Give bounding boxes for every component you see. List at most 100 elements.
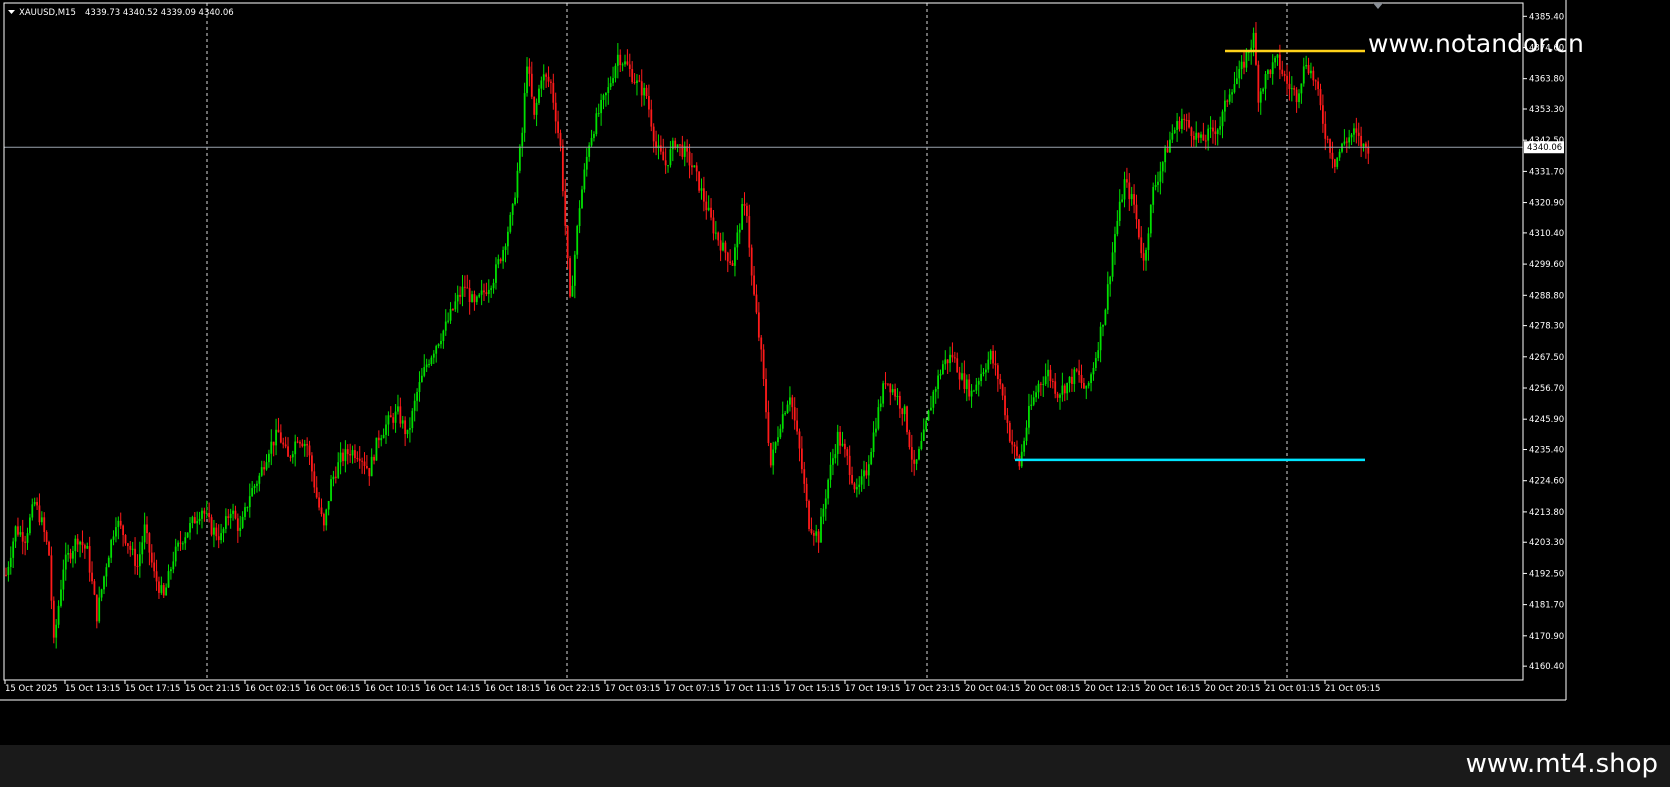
candle-body bbox=[349, 454, 352, 456]
candle-body bbox=[717, 232, 720, 241]
candle-body bbox=[387, 415, 390, 425]
candle-body bbox=[784, 413, 787, 415]
footer-brand: www.mt4.shop bbox=[1465, 749, 1658, 779]
candle-body bbox=[509, 214, 512, 232]
candle-body bbox=[898, 395, 901, 409]
candle-body bbox=[640, 81, 643, 96]
candle-body bbox=[1271, 62, 1274, 75]
candle-body bbox=[841, 443, 844, 446]
price-chart[interactable]: 4340.06 4385.404374.604363.804353.304342… bbox=[0, 0, 1670, 745]
candle-body bbox=[478, 294, 481, 297]
candle-body bbox=[648, 96, 650, 110]
candle-body bbox=[72, 551, 74, 559]
candle-body bbox=[1185, 120, 1188, 122]
candle-body bbox=[1317, 81, 1320, 90]
x-tick-label: 17 Oct 23:15 bbox=[905, 684, 960, 694]
candle-body bbox=[624, 61, 626, 65]
candle-body bbox=[705, 201, 708, 211]
candle-body bbox=[1286, 75, 1288, 84]
candle-body bbox=[860, 476, 863, 485]
candle-body bbox=[614, 65, 617, 79]
candle-body bbox=[691, 165, 693, 168]
candle-body bbox=[1252, 32, 1255, 48]
candle-body bbox=[1166, 148, 1169, 153]
candle-body bbox=[1054, 381, 1057, 394]
candle-body bbox=[1343, 141, 1346, 144]
candle-body bbox=[671, 140, 674, 150]
candle-body bbox=[356, 458, 359, 460]
candle-body bbox=[561, 145, 564, 192]
x-tick-label: 17 Oct 03:15 bbox=[605, 684, 660, 694]
x-tick-label: 15 Oct 17:15 bbox=[125, 684, 180, 694]
candle-body bbox=[342, 452, 344, 462]
candle-body bbox=[968, 379, 971, 397]
candle-body bbox=[146, 524, 148, 534]
candle-body bbox=[143, 524, 146, 543]
candle-body bbox=[1314, 80, 1317, 82]
symbol-label: XAUUSD,M15 bbox=[19, 8, 76, 18]
candle-body bbox=[483, 290, 485, 293]
candle-body bbox=[246, 507, 249, 509]
candle-body bbox=[604, 92, 607, 96]
candle-body bbox=[870, 451, 873, 465]
candle-body bbox=[186, 532, 189, 538]
candle-body bbox=[1278, 54, 1281, 70]
candle-body bbox=[1183, 118, 1186, 121]
candle-body bbox=[88, 546, 91, 573]
candle-body bbox=[1147, 233, 1150, 250]
candle-body bbox=[1049, 369, 1052, 382]
candle-body bbox=[1061, 385, 1064, 395]
candle-body bbox=[779, 428, 782, 438]
candle-body bbox=[60, 589, 62, 606]
candle-body bbox=[198, 518, 201, 522]
candle-body bbox=[865, 470, 868, 476]
candle-body bbox=[1068, 376, 1071, 384]
candle-body bbox=[769, 442, 772, 466]
candle-body bbox=[903, 406, 906, 415]
candle-body bbox=[887, 383, 889, 385]
candle-body bbox=[1028, 406, 1030, 428]
candle-body bbox=[365, 465, 368, 469]
candle-body bbox=[425, 364, 428, 368]
candle-body bbox=[177, 542, 179, 547]
candle-body bbox=[389, 415, 392, 418]
candle-body bbox=[894, 389, 896, 397]
candle-body bbox=[95, 594, 98, 622]
candle-body bbox=[987, 359, 990, 370]
candle-body bbox=[607, 87, 610, 93]
candle-body bbox=[593, 134, 595, 138]
candle-body bbox=[1240, 61, 1243, 70]
candle-body bbox=[40, 517, 43, 523]
candle-body bbox=[619, 54, 622, 65]
candle-body bbox=[702, 188, 705, 202]
candle-body bbox=[514, 197, 516, 205]
candle-body bbox=[829, 464, 832, 480]
candle-body bbox=[215, 527, 218, 537]
candle-body bbox=[100, 589, 103, 598]
candle-body bbox=[920, 441, 923, 449]
candle-body bbox=[282, 442, 285, 445]
candle-body bbox=[1216, 129, 1219, 135]
candle-body bbox=[411, 410, 414, 429]
candle-body bbox=[1126, 179, 1128, 183]
y-tick-label: 4288.80 bbox=[1529, 291, 1564, 301]
candle-body bbox=[1226, 100, 1229, 102]
candle-body bbox=[590, 137, 593, 146]
candle-body bbox=[726, 252, 729, 262]
chart-frame[interactable]: 4340.06 4385.40 4374.60 4363.80 4353.30 4342… bbox=[0, 0, 1670, 745]
candle-body bbox=[64, 554, 67, 570]
y-tick-label: 4320.90 bbox=[1529, 199, 1564, 209]
candle-body bbox=[698, 171, 700, 191]
candle-body bbox=[55, 624, 58, 638]
candle-body bbox=[315, 487, 318, 498]
candle-body bbox=[956, 358, 959, 373]
candle-body bbox=[1075, 369, 1078, 371]
candle-body bbox=[1121, 199, 1124, 202]
candle-body bbox=[810, 529, 813, 533]
y-tick-label: 4342.50 bbox=[1529, 136, 1564, 146]
candle-body bbox=[397, 406, 399, 412]
y-tick-label: 4192.50 bbox=[1529, 569, 1564, 579]
candle-body bbox=[1056, 393, 1059, 398]
y-tick-label: 4299.60 bbox=[1529, 260, 1564, 270]
candle-body bbox=[1214, 131, 1217, 135]
